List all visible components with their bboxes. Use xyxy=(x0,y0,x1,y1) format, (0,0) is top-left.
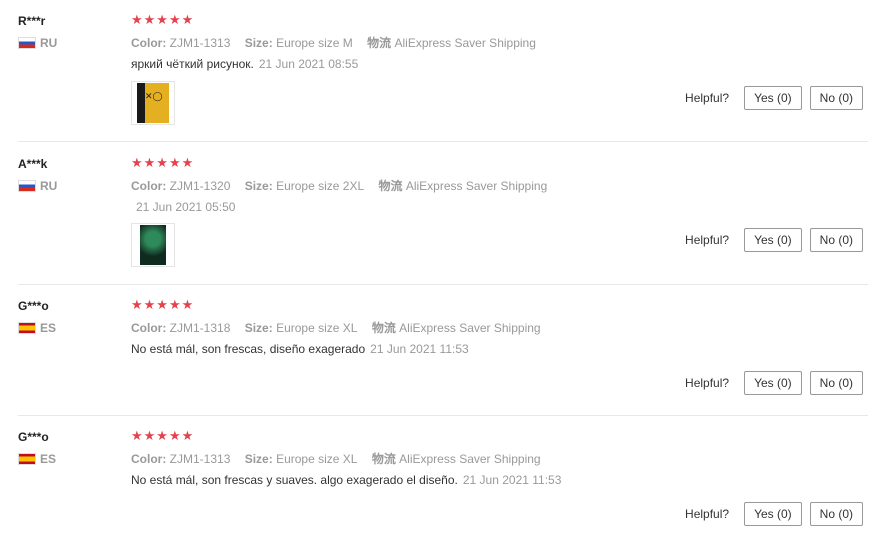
logistics-label: 物流 xyxy=(367,36,392,50)
comment-text: No está mál, son frescas y suaves. algo … xyxy=(131,473,458,487)
sku-info: Color: ZJM1-1313 Size: Europe size XL 物流… xyxy=(131,450,541,467)
sku-info: Color: ZJM1-1313 Size: Europe size M 物流 … xyxy=(131,34,536,51)
logistics-label: 物流 xyxy=(371,321,396,335)
review-photo-image xyxy=(137,83,169,123)
reviewer-country: ES xyxy=(18,452,56,466)
country-code: RU xyxy=(40,36,58,50)
country-code: ES xyxy=(40,452,57,466)
helpful-yes-button[interactable]: Yes (0) xyxy=(744,86,802,110)
color-label: Color: xyxy=(131,179,167,193)
review-list: R***r RU ★★★★★ Color: ZJM1-1313 Size: Eu… xyxy=(0,0,886,546)
review-comment: No está mál, son frescas, diseño exagera… xyxy=(131,342,469,356)
reviewer-country: RU xyxy=(18,36,57,50)
reviewer-name: G***o xyxy=(18,430,49,444)
review-divider xyxy=(18,141,868,142)
size-value: Europe size XL xyxy=(276,321,358,335)
color-label: Color: xyxy=(131,321,167,335)
review-comment: яркий чёткий рисунок. 21 Jun 2021 08:55 xyxy=(131,57,358,71)
flag-spain-icon xyxy=(18,322,36,334)
review-date: 21 Jun 2021 05:50 xyxy=(136,200,236,214)
helpful-vote: Helpful? Yes (0) No (0) xyxy=(685,86,863,110)
size-value: Europe size XL xyxy=(276,452,358,466)
helpful-label: Helpful? xyxy=(685,507,730,521)
helpful-label: Helpful? xyxy=(685,91,730,105)
review-date: 21 Jun 2021 11:53 xyxy=(462,473,562,487)
sku-info: Color: ZJM1-1318 Size: Europe size XL 物流… xyxy=(131,319,541,336)
helpful-label: Helpful? xyxy=(685,233,730,247)
size-label: Size: xyxy=(244,321,273,335)
review-divider xyxy=(18,415,868,416)
color-value: ZJM1-1318 xyxy=(169,321,231,335)
size-label: Size: xyxy=(244,452,273,466)
size-value: Europe size 2XL xyxy=(276,179,365,193)
flag-spain-icon xyxy=(18,453,36,465)
size-label: Size: xyxy=(244,36,273,50)
logistics-label: 物流 xyxy=(378,179,403,193)
helpful-yes-button[interactable]: Yes (0) xyxy=(744,502,802,526)
helpful-vote: Helpful? Yes (0) No (0) xyxy=(685,371,863,395)
helpful-no-button[interactable]: No (0) xyxy=(809,86,863,110)
review-comment: No está mál, son frescas y suaves. algo … xyxy=(131,473,561,487)
color-value: ZJM1-1313 xyxy=(169,36,231,50)
review-divider xyxy=(18,284,868,285)
shipping-value: AliExpress Saver Shipping xyxy=(405,179,548,193)
helpful-yes-button[interactable]: Yes (0) xyxy=(744,371,802,395)
helpful-no-button[interactable]: No (0) xyxy=(809,502,863,526)
review-comment: 21 Jun 2021 05:50 xyxy=(131,200,235,214)
review-date: 21 Jun 2021 08:55 xyxy=(258,57,359,71)
helpful-no-button[interactable]: No (0) xyxy=(809,371,863,395)
comment-text: No está mál, son frescas, diseño exagera… xyxy=(131,342,366,356)
star-rating: ★★★★★ xyxy=(131,297,195,312)
helpful-vote: Helpful? Yes (0) No (0) xyxy=(685,502,863,526)
helpful-vote: Helpful? Yes (0) No (0) xyxy=(685,228,863,252)
shipping-value: AliExpress Saver Shipping xyxy=(394,36,536,50)
flag-russia-icon xyxy=(18,37,36,49)
reviewer-name: G***o xyxy=(18,299,49,313)
sku-info: Color: ZJM1-1320 Size: Europe size 2XL 物… xyxy=(131,177,547,194)
logistics-label: 物流 xyxy=(371,452,396,466)
review-photo-thumbnail[interactable] xyxy=(131,81,175,125)
review-date: 21 Jun 2021 11:53 xyxy=(370,342,469,356)
color-label: Color: xyxy=(131,452,167,466)
star-rating: ★★★★★ xyxy=(131,12,195,27)
reviewer-country: RU xyxy=(18,179,57,193)
country-code: ES xyxy=(40,321,57,335)
helpful-no-button[interactable]: No (0) xyxy=(809,228,863,252)
shipping-value: AliExpress Saver Shipping xyxy=(399,321,541,335)
helpful-label: Helpful? xyxy=(685,376,730,390)
star-rating: ★★★★★ xyxy=(131,428,195,443)
flag-russia-icon xyxy=(18,180,36,192)
country-code: RU xyxy=(40,179,58,193)
color-value: ZJM1-1320 xyxy=(169,179,231,193)
review-photo-image xyxy=(140,225,166,265)
reviewer-name: A***k xyxy=(18,157,48,171)
reviewer-name: R***r xyxy=(18,14,46,28)
comment-text: яркий чёткий рисунок. xyxy=(131,57,254,71)
color-value: ZJM1-1313 xyxy=(169,452,231,466)
reviewer-country: ES xyxy=(18,321,56,335)
helpful-yes-button[interactable]: Yes (0) xyxy=(744,228,802,252)
size-value: Europe size M xyxy=(276,36,353,50)
review-photo-thumbnail[interactable] xyxy=(131,223,175,267)
shipping-value: AliExpress Saver Shipping xyxy=(399,452,541,466)
size-label: Size: xyxy=(244,179,273,193)
star-rating: ★★★★★ xyxy=(131,155,195,170)
color-label: Color: xyxy=(131,36,167,50)
